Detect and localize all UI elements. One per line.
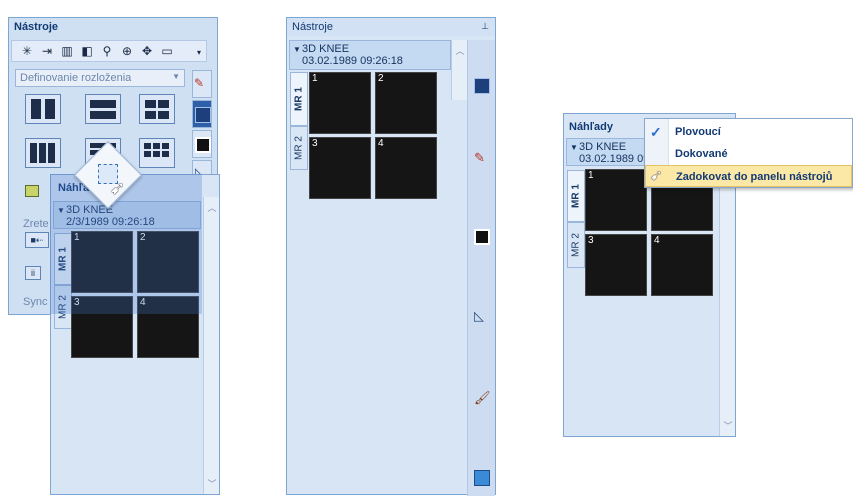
layout-3x3-button[interactable] (139, 138, 175, 168)
magnifier-plus-icon[interactable]: ⊕ (120, 44, 134, 58)
chevron-down-icon: ▼ (172, 72, 180, 81)
scroll-down-icon[interactable]: ﹀ (720, 419, 736, 432)
menu-item-label: Dokované (675, 148, 728, 160)
section-label-sync: Sync (23, 296, 48, 308)
dock-context-menu: ✓ Plovoucí Dokované Zadokovat do panelu … (644, 118, 853, 188)
split-layout-icon[interactable] (474, 229, 490, 245)
magnifier-icon[interactable]: ⚲ (100, 44, 114, 58)
thumbnail-3[interactable]: 3 (585, 234, 647, 296)
tools-panel-title: Nástroje (14, 21, 59, 33)
section-label-zrete: Zrete (23, 218, 49, 230)
crosshair-icon[interactable]: ✳ (20, 44, 34, 58)
checkmark-icon: ✓ (650, 124, 662, 140)
layout-grid-icon[interactable] (474, 78, 490, 94)
tab-mr2[interactable]: MR 2 (290, 126, 308, 170)
side-tab-strip (467, 40, 495, 496)
tab-mr1[interactable]: MR 1 (290, 72, 308, 126)
side-tab-layout[interactable] (192, 100, 212, 128)
scroll-down-icon[interactable]: ﹀ (204, 477, 220, 490)
scroll-up-icon[interactable]: ︿ (452, 44, 468, 57)
move-icon[interactable]: ⇥ (40, 44, 54, 58)
pan-icon[interactable]: ✥ (140, 44, 154, 58)
dock-preview-overlay (50, 174, 202, 314)
menu-item-label: Zadokovat do panelu nástrojů (676, 171, 833, 183)
study-name: 3D KNEE (302, 43, 350, 55)
menu-item-dock-to-toolbar[interactable]: Zadokovat do panelu nástrojů (645, 165, 852, 187)
thumbnail-1[interactable]: 1 (585, 169, 647, 231)
pin-icon[interactable]: ⊥ (481, 21, 489, 32)
split-layout-icon (195, 137, 211, 153)
ruler-icon[interactable]: ◺ (474, 308, 490, 324)
thumbnail-2[interactable]: 2 (375, 72, 437, 134)
tools-toolbar: ✳ ⇥ ▥ ◧ ⚲ ⊕ ✥ ▭ ▾ (11, 40, 207, 62)
mouse-cursor-icon: ➹ (110, 178, 126, 198)
collapse-caret-icon[interactable]: ▼ (293, 44, 301, 56)
side-tab-split[interactable] (192, 130, 212, 158)
layout-definition-label: Definovanie rozloženia (20, 72, 132, 84)
tools-panel-docked: Nástroje ⊥ ▼ 3D KNEE 03.02.1989 09:26:18… (286, 17, 496, 496)
thumbnail-4[interactable]: 4 (375, 137, 437, 199)
tab-mr2[interactable]: MR 2 (567, 222, 585, 268)
layout-1x2-button[interactable] (25, 94, 61, 124)
brush-icon[interactable]: ✎ (474, 150, 490, 166)
brush-icon: ✎ (194, 76, 205, 90)
sync-scroll-button[interactable]: ■⇠ (25, 232, 49, 248)
menu-item-floating[interactable]: ✓ Plovoucí (645, 121, 852, 143)
layout-1x3-button[interactable] (25, 138, 61, 168)
menu-item-label: Plovoucí (675, 126, 721, 138)
mouse-cursor-icon: ➹ (650, 167, 663, 184)
overflow-icon[interactable]: ▾ (192, 46, 206, 60)
study-header-docked[interactable]: ▼ 3D KNEE 03.02.1989 09:26:18 (289, 40, 451, 70)
tools-docked-title: Nástroje (287, 18, 495, 36)
image-icon[interactable] (474, 470, 490, 486)
tools-docked-scrollbar[interactable]: ︿ (451, 40, 467, 100)
thumbnail-1[interactable]: 1 (309, 72, 371, 134)
layout-2x1-button[interactable] (85, 94, 121, 124)
eraser-icon[interactable] (25, 185, 39, 197)
paint-icon[interactable]: 🖌 (474, 390, 491, 406)
layout-2x2-button[interactable] (139, 94, 175, 124)
thumbnail-3[interactable]: 3 (309, 137, 371, 199)
layout-definition-dropdown[interactable]: Definovanie rozloženia ▼ (15, 69, 185, 87)
previews-scrollbar[interactable]: ︿ ﹀ (203, 197, 219, 494)
collapse-caret-icon[interactable]: ▼ (570, 142, 578, 154)
study-date: 03.02.1989 09:26:18 (302, 55, 403, 67)
side-tab-brush[interactable]: ✎ (192, 70, 212, 98)
layout-grid-icon (195, 107, 211, 123)
window-icon[interactable]: ▭ (160, 44, 174, 58)
layout-icon[interactable]: ◧ (80, 44, 94, 58)
tab-mr1[interactable]: MR 1 (567, 170, 585, 222)
thumbnail-4[interactable]: 4 (651, 234, 713, 296)
grid-small-button[interactable]: ii (25, 266, 41, 280)
zoom-icon[interactable]: ▥ (60, 44, 74, 58)
menu-item-docked[interactable]: Dokované (645, 143, 852, 165)
scroll-up-icon[interactable]: ︿ (204, 201, 220, 214)
